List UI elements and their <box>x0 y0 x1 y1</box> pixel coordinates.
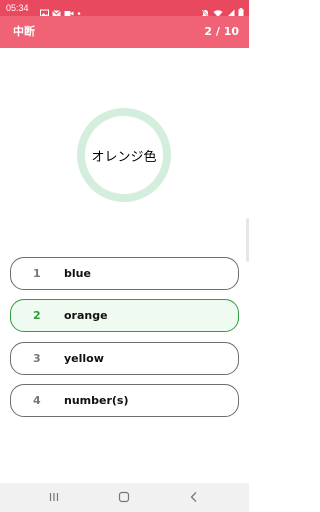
answer-option-1[interactable]: 1 blue <box>10 257 239 290</box>
recents-icon[interactable] <box>45 489 63 505</box>
option-number: 2 <box>33 309 41 322</box>
option-number: 4 <box>33 394 41 407</box>
progress-counter: 2 / 10 <box>204 25 239 38</box>
navigation-bar <box>0 483 249 512</box>
option-number: 3 <box>33 352 41 365</box>
quit-button[interactable]: 中断 <box>13 24 35 40</box>
status-bar: 05:34 <box>0 0 249 18</box>
question-ring: オレンジ色 <box>77 108 171 202</box>
edge-handle[interactable] <box>246 218 249 262</box>
answer-option-4[interactable]: 4 number(s) <box>10 384 239 417</box>
answer-option-3[interactable]: 3 yellow <box>10 342 239 375</box>
home-icon[interactable] <box>115 489 133 505</box>
question-word: オレンジ色 <box>91 149 157 165</box>
answer-option-2[interactable]: 2 orange <box>10 299 239 332</box>
option-number: 1 <box>33 267 41 280</box>
back-icon[interactable] <box>185 489 203 505</box>
option-text: yellow <box>64 352 104 365</box>
option-text: number(s) <box>64 394 129 407</box>
app-bar: 中断 2 / 10 <box>0 16 249 48</box>
status-time: 05:34 <box>6 3 29 13</box>
option-text: orange <box>64 309 108 322</box>
option-text: blue <box>64 267 91 280</box>
